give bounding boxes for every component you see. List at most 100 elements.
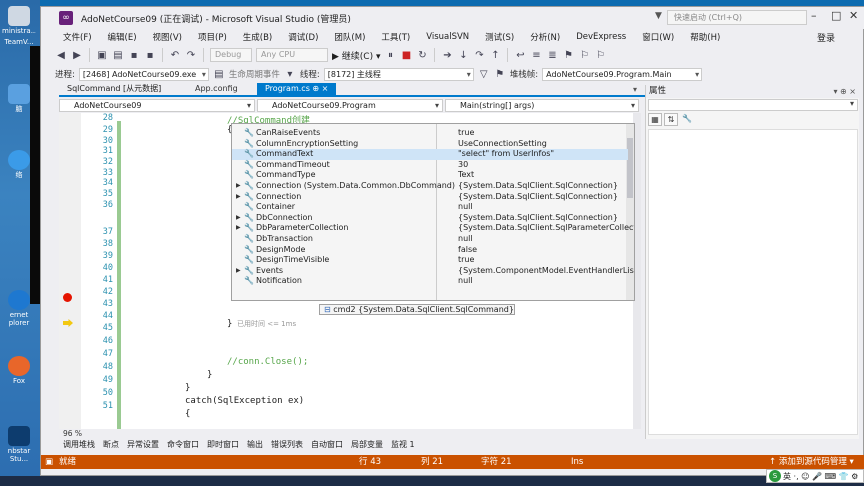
- datatip-property-value[interactable]: 30: [458, 160, 468, 171]
- open-icon[interactable]: ▤: [112, 50, 124, 61]
- step-over-icon[interactable]: ↷: [473, 50, 485, 61]
- tab-sqlcommand[interactable]: SqlCommand [从元数据]: [59, 83, 187, 95]
- undo-icon[interactable]: ↶: [169, 50, 181, 61]
- zoom-level[interactable]: 96 %: [59, 429, 641, 439]
- menu-project[interactable]: 项目(P): [198, 31, 227, 43]
- menu-view[interactable]: 视图(V): [153, 31, 182, 43]
- sogou-icon[interactable]: S: [769, 470, 781, 482]
- menu-visualsvn[interactable]: VisualSVN: [426, 32, 469, 42]
- minimize-button[interactable]: –: [811, 9, 817, 22]
- menu-tools[interactable]: 工具(T): [381, 31, 410, 43]
- datatip-row[interactable]: 🔧 CanRaiseEvents true: [232, 128, 628, 139]
- comment-icon[interactable]: ≡: [530, 50, 542, 61]
- expand-arrow-icon[interactable]: ▶: [236, 213, 241, 224]
- menu-devexpress[interactable]: DevExpress: [576, 32, 626, 42]
- expand-arrow-icon[interactable]: ▶: [236, 181, 241, 192]
- quick-launch-input[interactable]: 快速启动 (Ctrl+Q): [667, 10, 807, 25]
- datatip-row[interactable]: ▶ 🔧 Events {System.ComponentModel.EventHand…: [232, 266, 634, 277]
- redo-icon[interactable]: ↷: [185, 50, 197, 61]
- desktop-icon-5[interactable]: Fox: [2, 356, 36, 385]
- step-out-icon[interactable]: ↑: [489, 50, 501, 61]
- expand-icon[interactable]: ⊟: [324, 305, 333, 314]
- datatip-row[interactable]: 🔧 DesignTimeVisible true: [232, 255, 628, 266]
- alphabetical-icon[interactable]: ⇅: [664, 113, 678, 126]
- datatip-row[interactable]: 🔧 ColumnEncryptionSetting UseConnectionSet…: [232, 139, 628, 150]
- tab-breakpoints[interactable]: 断点: [99, 439, 123, 451]
- lifecycle-events[interactable]: 生命周期事件: [229, 68, 280, 80]
- property-pages-icon[interactable]: 🔧: [680, 113, 694, 126]
- datatip-row[interactable]: 🔧 DesignMode false: [232, 245, 628, 256]
- expand-arrow-icon[interactable]: ▶: [236, 192, 241, 203]
- tab-app-config[interactable]: App.config: [187, 83, 257, 95]
- datatip-row[interactable]: ▶ 🔧 Connection (System.Data.Common.DbComma…: [232, 181, 628, 192]
- datatip-row[interactable]: 🔧 Container null: [232, 202, 628, 213]
- login-link[interactable]: 登录: [817, 31, 835, 44]
- datatip-property-value[interactable]: null: [458, 234, 473, 245]
- menu-help[interactable]: 帮助(H): [690, 31, 720, 43]
- save-all-icon[interactable]: ▪: [144, 50, 156, 61]
- step-into-icon[interactable]: ↓: [457, 50, 469, 61]
- datatip-property-value[interactable]: UseConnectionSetting: [458, 139, 547, 150]
- properties-object-selector[interactable]: [648, 99, 858, 111]
- datatip-row[interactable]: 🔧 CommandType Text: [232, 170, 628, 181]
- datatip-row[interactable]: 🔧 CommandText "select" from UserInfos": [232, 149, 628, 160]
- menu-edit[interactable]: 编辑(E): [108, 31, 137, 43]
- thread-flag-icon[interactable]: ⚑: [494, 69, 506, 80]
- maximize-button[interactable]: □: [831, 9, 841, 22]
- bookmark-prev-icon[interactable]: ⚐: [578, 50, 590, 61]
- back-icon[interactable]: ◀: [55, 50, 67, 61]
- ime-status[interactable]: 英 ·, ☺ 🎤 ⌨ 👕 ⚙: [783, 471, 858, 482]
- lifecycle-dropdown-icon[interactable]: ▾: [284, 69, 296, 80]
- bookmark-icon[interactable]: ⚑: [562, 50, 574, 61]
- menu-debug[interactable]: 调试(D): [288, 31, 318, 43]
- menu-build[interactable]: 生成(B): [243, 31, 272, 43]
- datatip-property-value[interactable]: false: [458, 245, 477, 256]
- datatip-property-value[interactable]: {System.ComponentModel.EventHandlerList}: [458, 266, 634, 277]
- menu-file[interactable]: 文件(F): [63, 31, 92, 43]
- datatip-property-value[interactable]: null: [458, 276, 473, 287]
- stop-icon[interactable]: ■: [400, 50, 412, 61]
- datatip-row[interactable]: ▶ 🔧 DbConnection {System.Data.SqlClient.Sql…: [232, 213, 628, 224]
- navigate-back-icon[interactable]: ↩: [514, 50, 526, 61]
- class-nav-dropdown[interactable]: AdoNetCourse09.Program: [257, 99, 443, 112]
- thread-dropdown[interactable]: [8172] 主线程: [323, 67, 474, 81]
- config-dropdown[interactable]: Debug: [210, 48, 252, 62]
- add-to-source-control[interactable]: ↑ 添加到源代码管理 ▾: [769, 455, 854, 469]
- menu-test[interactable]: 测试(S): [485, 31, 514, 43]
- tab-command-window[interactable]: 命令窗口: [163, 439, 203, 451]
- tab-autos[interactable]: 自动窗口: [307, 439, 347, 451]
- datatip-row[interactable]: 🔧 Notification null: [232, 276, 628, 287]
- save-icon[interactable]: ▪: [128, 50, 140, 61]
- tab-locals[interactable]: 局部变量: [347, 439, 387, 451]
- tab-watch-1[interactable]: 监视 1: [387, 439, 419, 451]
- close-button[interactable]: ✕: [849, 9, 858, 22]
- datatip-property-value[interactable]: {System.Data.SqlClient.SqlConnection}: [458, 181, 618, 192]
- expand-arrow-icon[interactable]: ▶: [236, 223, 241, 234]
- tab-program-cs[interactable]: Program.cs ⊕ ×: [257, 83, 337, 95]
- uncomment-icon[interactable]: ≣: [546, 50, 558, 61]
- forward-icon[interactable]: ▶: [71, 50, 83, 61]
- datatip-property-value[interactable]: {System.Data.SqlClient.SqlConnection}: [458, 213, 618, 224]
- menu-team[interactable]: 团队(M): [334, 31, 365, 43]
- tab-overflow-icon[interactable]: ▾: [633, 85, 637, 94]
- datatip-row[interactable]: 🔧 CommandTimeout 30: [232, 160, 628, 171]
- project-nav-dropdown[interactable]: AdoNetCourse09: [59, 99, 255, 112]
- continue-button[interactable]: ▶ 继续(C) ▾: [332, 49, 380, 62]
- expand-arrow-icon[interactable]: ▶: [236, 266, 241, 277]
- panel-controls[interactable]: ▾ ⊕ ×: [833, 85, 856, 98]
- desktop-icon-1[interactable]: TeamV...: [2, 38, 36, 46]
- datatip-property-value[interactable]: true: [458, 255, 474, 266]
- restart-icon[interactable]: ↻: [416, 50, 428, 61]
- stack-frame-dropdown[interactable]: AdoNetCourse09.Program.Main: [542, 67, 703, 81]
- datatip-row[interactable]: ▶ 🔧 Connection {System.Data.SqlClient.SqlCo…: [232, 192, 628, 203]
- process-dropdown[interactable]: [2468] AdoNetCourse09.exe: [78, 67, 209, 81]
- menu-window[interactable]: 窗口(W): [642, 31, 674, 43]
- datatip-property-value[interactable]: Text: [458, 170, 474, 181]
- break-all-icon[interactable]: ⏸: [384, 50, 396, 61]
- platform-dropdown[interactable]: Any CPU: [256, 48, 328, 62]
- breakpoint-icon[interactable]: [63, 293, 72, 302]
- menu-analyze[interactable]: 分析(N): [530, 31, 560, 43]
- datatip-root[interactable]: ⊟ cmd2 {System.Data.SqlClient.SqlCommand…: [319, 304, 515, 315]
- tab-error-list[interactable]: 错误列表: [267, 439, 307, 451]
- properties-grid[interactable]: [648, 129, 858, 435]
